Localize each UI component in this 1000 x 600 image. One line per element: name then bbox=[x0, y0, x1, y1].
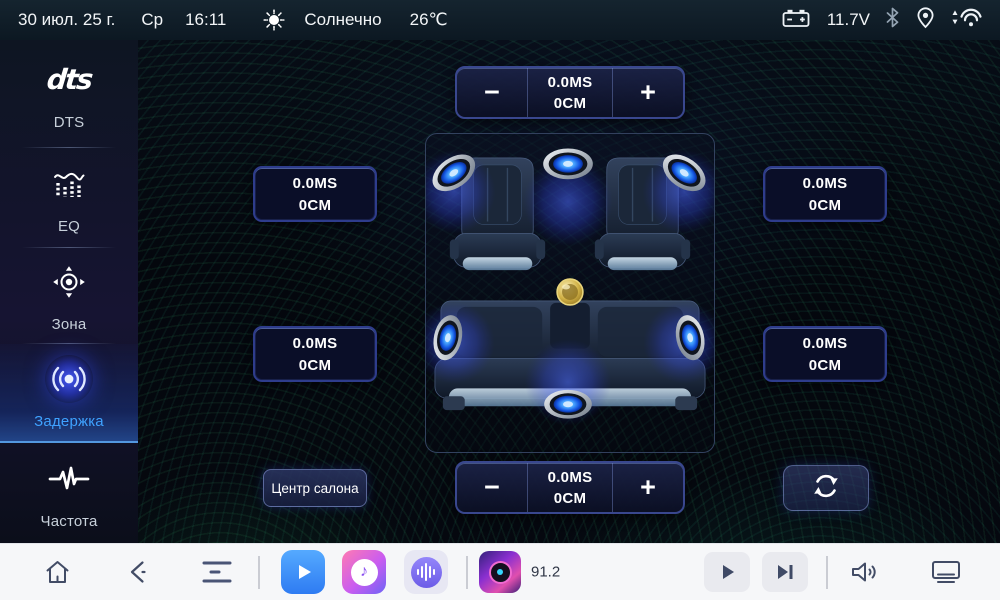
dock-divider bbox=[258, 556, 260, 589]
front-delay-cm: 0CM bbox=[554, 93, 587, 114]
refresh-icon bbox=[811, 471, 841, 506]
dock-divider bbox=[466, 556, 468, 589]
rear-left-cm: 0CM bbox=[299, 357, 332, 374]
sidebar-item-label: Задержка bbox=[34, 413, 104, 430]
music-app-icon: ♪ bbox=[342, 550, 386, 594]
sidebar: dts DTS EQ bbox=[0, 40, 138, 543]
rear-delay-stepper: − 0.0MS 0CM + bbox=[455, 461, 685, 514]
eq-icon bbox=[50, 161, 88, 207]
sidebar-item-frequency[interactable]: Частота bbox=[0, 443, 138, 543]
navigation-dock: ♪ 91.2 bbox=[0, 543, 1000, 600]
car-speaker-visualization bbox=[425, 133, 715, 453]
sidebar-item-eq[interactable]: EQ bbox=[0, 148, 138, 248]
front-right-ms: 0.0MS bbox=[803, 175, 848, 192]
video-app-icon bbox=[281, 550, 325, 594]
battery-icon bbox=[782, 7, 812, 34]
next-track-button[interactable] bbox=[762, 552, 808, 592]
front-right-delay-panel[interactable]: 0.0MS 0CM bbox=[763, 166, 887, 222]
sidebar-item-dts[interactable]: dts DTS bbox=[0, 40, 138, 148]
front-delay-value: 0.0MS 0CM bbox=[527, 68, 613, 117]
screen-off-button[interactable] bbox=[930, 559, 962, 585]
rear-right-cm: 0CM bbox=[809, 357, 842, 374]
status-temperature: 26℃ bbox=[410, 10, 448, 30]
voice-app-button[interactable] bbox=[404, 550, 448, 594]
sidebar-item-zone[interactable]: Зона bbox=[0, 248, 138, 344]
rear-right-ms: 0.0MS bbox=[803, 335, 848, 352]
sidebar-item-label: EQ bbox=[58, 218, 80, 235]
rear-left-ms: 0.0MS bbox=[293, 335, 338, 352]
sun-icon bbox=[262, 8, 286, 32]
sidebar-item-label: Частота bbox=[41, 513, 98, 530]
recents-button[interactable] bbox=[202, 559, 232, 585]
front-left-cm: 0CM bbox=[299, 197, 332, 214]
listening-position-button[interactable]: Центр салона bbox=[263, 469, 367, 507]
front-left-ms: 0.0MS bbox=[293, 175, 338, 192]
status-time: 16:11 bbox=[185, 10, 226, 30]
battery-voltage: 11.7V bbox=[827, 10, 870, 30]
rear-right-delay-panel[interactable]: 0.0MS 0CM bbox=[763, 326, 887, 382]
front-left-delay-panel[interactable]: 0.0MS 0CM bbox=[253, 166, 377, 222]
dock-divider bbox=[826, 556, 828, 589]
front-delay-ms: 0.0MS bbox=[548, 72, 593, 93]
music-app-button[interactable]: ♪ bbox=[342, 550, 386, 594]
front-right-cm: 0CM bbox=[809, 197, 842, 214]
rear-delay-plus-button[interactable]: + bbox=[613, 463, 683, 512]
front-delay-plus-button[interactable]: + bbox=[613, 68, 683, 117]
volume-button[interactable] bbox=[849, 558, 881, 586]
reset-delays-button[interactable] bbox=[783, 465, 869, 511]
radio-app-button[interactable] bbox=[479, 551, 521, 593]
status-weather: Солнечно bbox=[304, 10, 381, 30]
status-date: 30 июл. 25 г. bbox=[18, 10, 115, 30]
status-day: Ср bbox=[141, 10, 163, 30]
back-button[interactable] bbox=[126, 558, 149, 586]
front-delay-stepper: − 0.0MS 0CM + bbox=[455, 66, 685, 119]
location-icon bbox=[915, 6, 936, 34]
rear-delay-cm: 0CM bbox=[554, 488, 587, 509]
rear-delay-value: 0.0MS 0CM bbox=[527, 463, 613, 512]
head-unit-screen: 30 июл. 25 г. Ср 16:11 Солнечно 26℃ bbox=[0, 0, 1000, 600]
listening-position-marker bbox=[557, 279, 583, 305]
wifi-icon bbox=[951, 7, 982, 33]
radio-app-icon bbox=[479, 551, 521, 593]
voice-assistant-icon bbox=[404, 550, 448, 594]
delay-icon bbox=[45, 355, 93, 403]
frequency-icon bbox=[48, 456, 90, 502]
rear-delay-ms: 0.0MS bbox=[548, 467, 593, 488]
rear-delay-minus-button[interactable]: − bbox=[457, 463, 527, 512]
front-delay-minus-button[interactable]: − bbox=[457, 68, 527, 117]
zone-icon bbox=[50, 259, 88, 305]
rear-left-delay-panel[interactable]: 0.0MS 0CM bbox=[253, 326, 377, 382]
video-app-button[interactable] bbox=[281, 550, 325, 594]
play-button[interactable] bbox=[704, 552, 750, 592]
home-button[interactable] bbox=[43, 558, 72, 586]
sidebar-item-delay[interactable]: Задержка bbox=[0, 344, 138, 443]
dts-logo-icon: dts bbox=[45, 66, 92, 94]
front-center-speaker bbox=[543, 149, 593, 180]
radio-frequency-label: 91.2 bbox=[531, 564, 560, 581]
status-bar: 30 июл. 25 г. Ср 16:11 Солнечно 26℃ bbox=[0, 0, 1000, 40]
rear-center-speaker bbox=[544, 390, 592, 419]
sidebar-item-label: Зона bbox=[52, 316, 87, 333]
bluetooth-icon bbox=[885, 7, 900, 33]
sidebar-item-label: DTS bbox=[54, 114, 85, 131]
